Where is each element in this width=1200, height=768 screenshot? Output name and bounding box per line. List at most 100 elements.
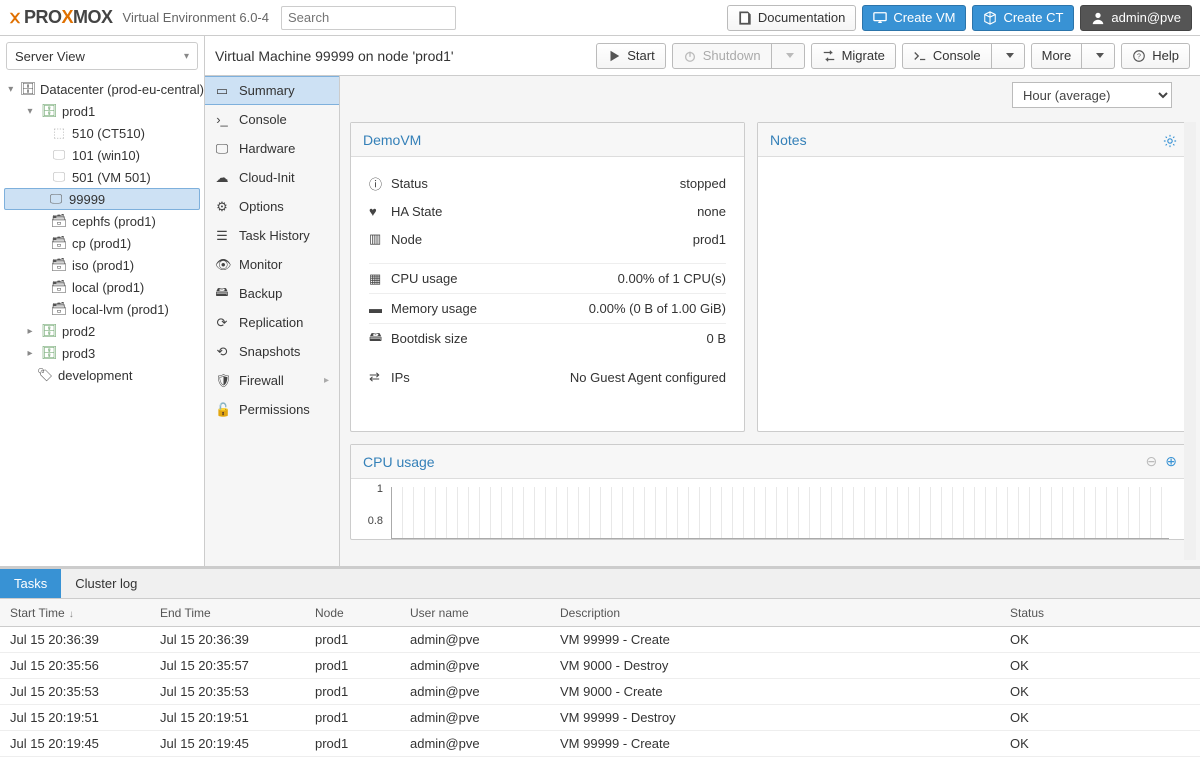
row-value: stopped [680, 176, 726, 191]
nav-console[interactable]: ›_Console [205, 105, 339, 134]
console-button[interactable]: Console [902, 43, 992, 69]
col-description[interactable]: Description [550, 606, 1000, 620]
timerange-selector[interactable]: Hour (average) [1012, 82, 1172, 108]
nav-hardware[interactable]: 🖵Hardware [205, 134, 339, 163]
tree-node-prod3[interactable]: ▸ 🗄 prod3 [0, 342, 204, 364]
table-row[interactable]: Jul 15 20:35:56Jul 15 20:35:57prod1admin… [0, 653, 1200, 679]
nav-cloudinit[interactable]: ☁Cloud-Init [205, 163, 339, 192]
tree-storage-iso[interactable]: 🗃 iso (prod1) [0, 254, 204, 276]
row-value: 0.00% (0 B of 1.00 GiB) [589, 301, 726, 316]
chevron-down-icon [1006, 53, 1014, 58]
minus-circle-icon[interactable]: ⊖ [1146, 453, 1158, 470]
create-vm-button[interactable]: Create VM [862, 5, 966, 31]
row-label: Status [391, 176, 680, 191]
nav-label: Monitor [239, 257, 282, 272]
gear-icon[interactable] [1163, 131, 1177, 147]
storage-icon: 🗃 [50, 235, 68, 251]
shutdown-button[interactable]: Shutdown [672, 43, 772, 69]
table-row[interactable]: Jul 15 20:19:45Jul 15 20:19:45prod1admin… [0, 731, 1200, 757]
row-label: Bootdisk size [391, 331, 706, 346]
nav-replication[interactable]: ⟳Replication [205, 308, 339, 337]
cell: admin@pve [400, 710, 550, 725]
timerange-select[interactable]: Hour (average) [1012, 82, 1172, 108]
col-status[interactable]: Status [1000, 606, 1200, 620]
tree-ct-510[interactable]: ⬚ 510 (CT510) [0, 122, 204, 144]
tree-storage-cephfs[interactable]: 🗃 cephfs (prod1) [0, 210, 204, 232]
nav-label: Snapshots [239, 344, 300, 359]
tree-node-prod2[interactable]: ▸ 🗄 prod2 [0, 320, 204, 342]
tab-cluster-log[interactable]: Cluster log [61, 569, 151, 598]
search-input[interactable] [281, 6, 456, 30]
gear-icon: ⚙ [215, 199, 229, 215]
tree-label: 510 (CT510) [72, 126, 145, 141]
shutdown-menu-button[interactable] [772, 43, 805, 69]
history-icon: ⟲ [215, 344, 229, 360]
storage-icon: 🗃 [50, 213, 68, 229]
collapse-icon[interactable]: ▾ [24, 106, 36, 117]
col-user[interactable]: User name [400, 606, 550, 620]
nav-taskhistory[interactable]: ☰ Task History [205, 221, 339, 250]
nav-backup[interactable]: 🖴Backup [205, 279, 339, 308]
view-selector[interactable]: Server View ▾ [6, 42, 198, 70]
list-icon: ☰ [215, 228, 229, 244]
tree-vm-99999[interactable]: 🖵 99999 [4, 188, 200, 210]
memory-icon: ▬ [369, 301, 391, 316]
building-icon: ▥ [369, 231, 391, 247]
tree-storage-locallvm[interactable]: 🗃 local-lvm (prod1) [0, 298, 204, 320]
col-node[interactable]: Node [305, 606, 400, 620]
tree-pool-development[interactable]: 🏷 development [0, 364, 204, 386]
documentation-button[interactable]: Documentation [727, 5, 856, 31]
monitor-icon: 🖵 [50, 169, 68, 185]
plus-circle-icon[interactable]: ⊕ [1165, 453, 1177, 470]
col-start-time[interactable]: Start Time↓ [0, 606, 150, 620]
tree-datacenter[interactable]: ▾ 🗄 Datacenter (prod-eu-central) [0, 78, 204, 100]
table-row[interactable]: Jul 15 20:36:39Jul 15 20:36:39prod1admin… [0, 627, 1200, 653]
row-value: none [697, 204, 726, 219]
tasks-table-body[interactable]: Jul 15 20:36:39Jul 15 20:36:39prod1admin… [0, 627, 1200, 768]
nav-label: Task History [239, 228, 310, 243]
user-menu-button[interactable]: admin@pve [1080, 5, 1192, 31]
nav-summary[interactable]: ▭Summary [205, 76, 339, 105]
notes-body[interactable] [758, 157, 1189, 431]
monitor-icon: 🖵 [50, 147, 68, 163]
ytick: 0.8 [359, 515, 383, 547]
start-button[interactable]: Start [596, 43, 665, 69]
more-button[interactable]: More [1031, 43, 1083, 69]
cell: VM 99999 - Destroy [550, 710, 1000, 725]
disk-icon: 🖴 [369, 328, 391, 350]
cell: admin@pve [400, 684, 550, 699]
info-icon: ⓘ [369, 174, 391, 193]
nav-options[interactable]: ⚙Options [205, 192, 339, 221]
console-menu-button[interactable] [992, 43, 1025, 69]
cpu-chart-grid [391, 487, 1169, 539]
nav-label: Hardware [239, 141, 295, 156]
table-row[interactable]: Jul 15 20:19:51Jul 15 20:19:51prod1admin… [0, 705, 1200, 731]
cell: Jul 15 20:19:45 [0, 736, 150, 751]
tree-node-prod1[interactable]: ▾ 🗄 prod1 [0, 100, 204, 122]
expand-icon[interactable]: ▸ [24, 326, 36, 337]
cell: OK [1000, 736, 1200, 751]
nav-firewall[interactable]: 🛡Firewall▸ [205, 366, 339, 395]
cell: prod1 [305, 710, 400, 725]
help-button[interactable]: ? Help [1121, 43, 1190, 69]
more-menu-button[interactable] [1082, 43, 1115, 69]
cell: Jul 15 20:19:51 [150, 710, 305, 725]
nav-snapshots[interactable]: ⟲ Snapshots [205, 337, 339, 366]
user-icon [1091, 10, 1105, 26]
col-end-time[interactable]: End Time [150, 606, 305, 620]
tree-vm-501[interactable]: 🖵 501 (VM 501) [0, 166, 204, 188]
collapse-icon[interactable]: ▾ [6, 84, 15, 95]
tab-tasks[interactable]: Tasks [0, 569, 61, 598]
tree-label: local (prod1) [72, 280, 144, 295]
cube-icon [983, 10, 997, 26]
tree-storage-cp[interactable]: 🗃 cp (prod1) [0, 232, 204, 254]
tree-vm-101[interactable]: 🖵 101 (win10) [0, 144, 204, 166]
tree-storage-local[interactable]: 🗃 local (prod1) [0, 276, 204, 298]
cell: prod1 [305, 684, 400, 699]
nav-permissions[interactable]: 🔓Permissions [205, 395, 339, 424]
create-ct-button[interactable]: Create CT [972, 5, 1074, 31]
expand-icon[interactable]: ▸ [24, 348, 36, 359]
migrate-button[interactable]: Migrate [811, 43, 896, 69]
nav-monitor[interactable]: 👁Monitor [205, 250, 339, 279]
table-row[interactable]: Jul 15 20:35:53Jul 15 20:35:53prod1admin… [0, 679, 1200, 705]
